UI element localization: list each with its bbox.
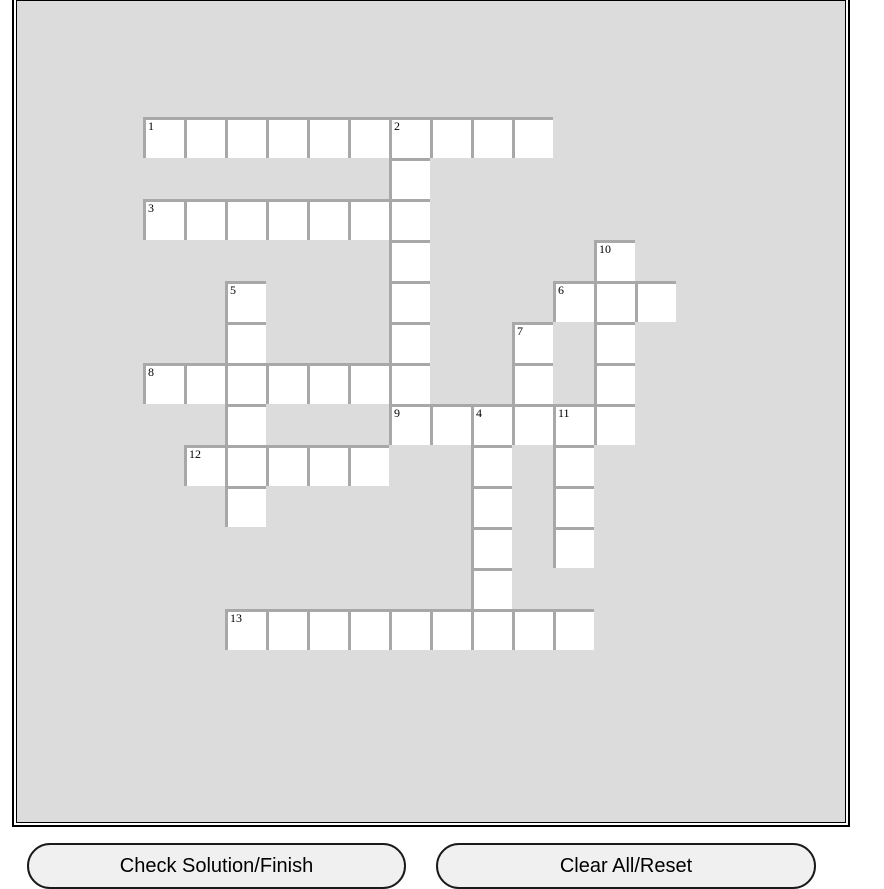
grid-cell[interactable] <box>430 609 471 650</box>
grid-cell[interactable] <box>225 199 266 240</box>
grid-cell[interactable] <box>184 199 225 240</box>
grid-cell[interactable] <box>512 609 553 650</box>
grid-cell[interactable] <box>430 117 471 158</box>
grid-cell[interactable] <box>389 199 430 240</box>
grid-cell[interactable]: 4 <box>471 404 512 445</box>
grid-cell[interactable] <box>307 363 348 404</box>
grid-cell[interactable] <box>389 281 430 322</box>
grid-cell[interactable] <box>225 486 266 527</box>
grid-cell[interactable] <box>389 158 430 199</box>
grid-cell[interactable]: 9 <box>389 404 430 445</box>
grid-cell[interactable] <box>307 609 348 650</box>
clue-number: 4 <box>476 406 482 420</box>
grid-cell[interactable] <box>553 486 594 527</box>
grid-cell[interactable] <box>184 363 225 404</box>
grid-cell[interactable] <box>348 363 389 404</box>
grid-cell[interactable] <box>389 609 430 650</box>
grid-cell[interactable] <box>348 445 389 486</box>
grid-cell[interactable] <box>348 199 389 240</box>
grid-cell[interactable] <box>184 117 225 158</box>
grid-cell[interactable] <box>225 322 266 363</box>
grid-cell[interactable] <box>348 117 389 158</box>
grid-cell[interactable] <box>471 486 512 527</box>
clue-number: 13 <box>230 611 242 625</box>
clue-number: 3 <box>148 201 154 215</box>
grid-cell[interactable] <box>471 609 512 650</box>
grid-cell[interactable] <box>266 363 307 404</box>
grid-cell[interactable]: 13 <box>225 609 266 650</box>
grid-cell[interactable]: 3 <box>143 199 184 240</box>
grid-cell[interactable] <box>348 609 389 650</box>
grid-cell[interactable] <box>266 199 307 240</box>
grid-cell[interactable] <box>266 609 307 650</box>
grid-cell[interactable] <box>307 445 348 486</box>
grid-cell[interactable] <box>553 445 594 486</box>
grid-cell[interactable] <box>225 404 266 445</box>
grid-cell[interactable]: 5 <box>225 281 266 322</box>
grid-cell[interactable] <box>512 363 553 404</box>
grid-cell[interactable] <box>307 199 348 240</box>
clear-reset-button[interactable]: Clear All/Reset <box>436 843 816 889</box>
grid-cell[interactable] <box>225 117 266 158</box>
grid-cell[interactable]: 7 <box>512 322 553 363</box>
grid-cell[interactable]: 1 <box>143 117 184 158</box>
grid-cell[interactable] <box>512 117 553 158</box>
grid-cell[interactable] <box>553 527 594 568</box>
grid-cell[interactable] <box>389 322 430 363</box>
grid-cell[interactable]: 12 <box>184 445 225 486</box>
grid-cell[interactable]: 6 <box>553 281 594 322</box>
clue-number: 5 <box>230 283 236 297</box>
grid-cell[interactable] <box>225 363 266 404</box>
grid-cell[interactable] <box>266 445 307 486</box>
grid-cell[interactable] <box>471 445 512 486</box>
clue-number: 2 <box>394 119 400 133</box>
clue-number: 1 <box>148 119 154 133</box>
grid-cell[interactable] <box>471 527 512 568</box>
grid-cell[interactable] <box>307 117 348 158</box>
grid-cell[interactable] <box>553 609 594 650</box>
check-solution-button[interactable]: Check Solution/Finish <box>27 843 406 889</box>
grid-cell[interactable] <box>266 117 307 158</box>
grid-cell[interactable] <box>471 568 512 609</box>
grid-cell[interactable] <box>389 363 430 404</box>
grid-cell[interactable] <box>512 404 553 445</box>
grid-cell[interactable]: 2 <box>389 117 430 158</box>
clue-number: 8 <box>148 365 154 379</box>
clue-number: 9 <box>394 406 400 420</box>
clue-number: 7 <box>517 324 523 338</box>
grid-cell[interactable] <box>430 404 471 445</box>
grid-cell[interactable] <box>594 363 635 404</box>
clue-number: 12 <box>189 447 201 461</box>
grid-cell[interactable] <box>635 281 676 322</box>
grid-cell[interactable] <box>225 445 266 486</box>
grid-cell[interactable]: 11 <box>553 404 594 445</box>
clue-number: 11 <box>558 406 570 420</box>
grid-cell[interactable]: 10 <box>594 240 635 281</box>
grid-cell[interactable] <box>471 117 512 158</box>
grid-cell[interactable] <box>389 240 430 281</box>
clue-number: 10 <box>599 242 611 256</box>
grid-cell[interactable]: 8 <box>143 363 184 404</box>
grid-cell[interactable] <box>594 322 635 363</box>
grid-cell[interactable] <box>594 281 635 322</box>
grid-cell[interactable] <box>594 404 635 445</box>
clue-number: 6 <box>558 283 564 297</box>
